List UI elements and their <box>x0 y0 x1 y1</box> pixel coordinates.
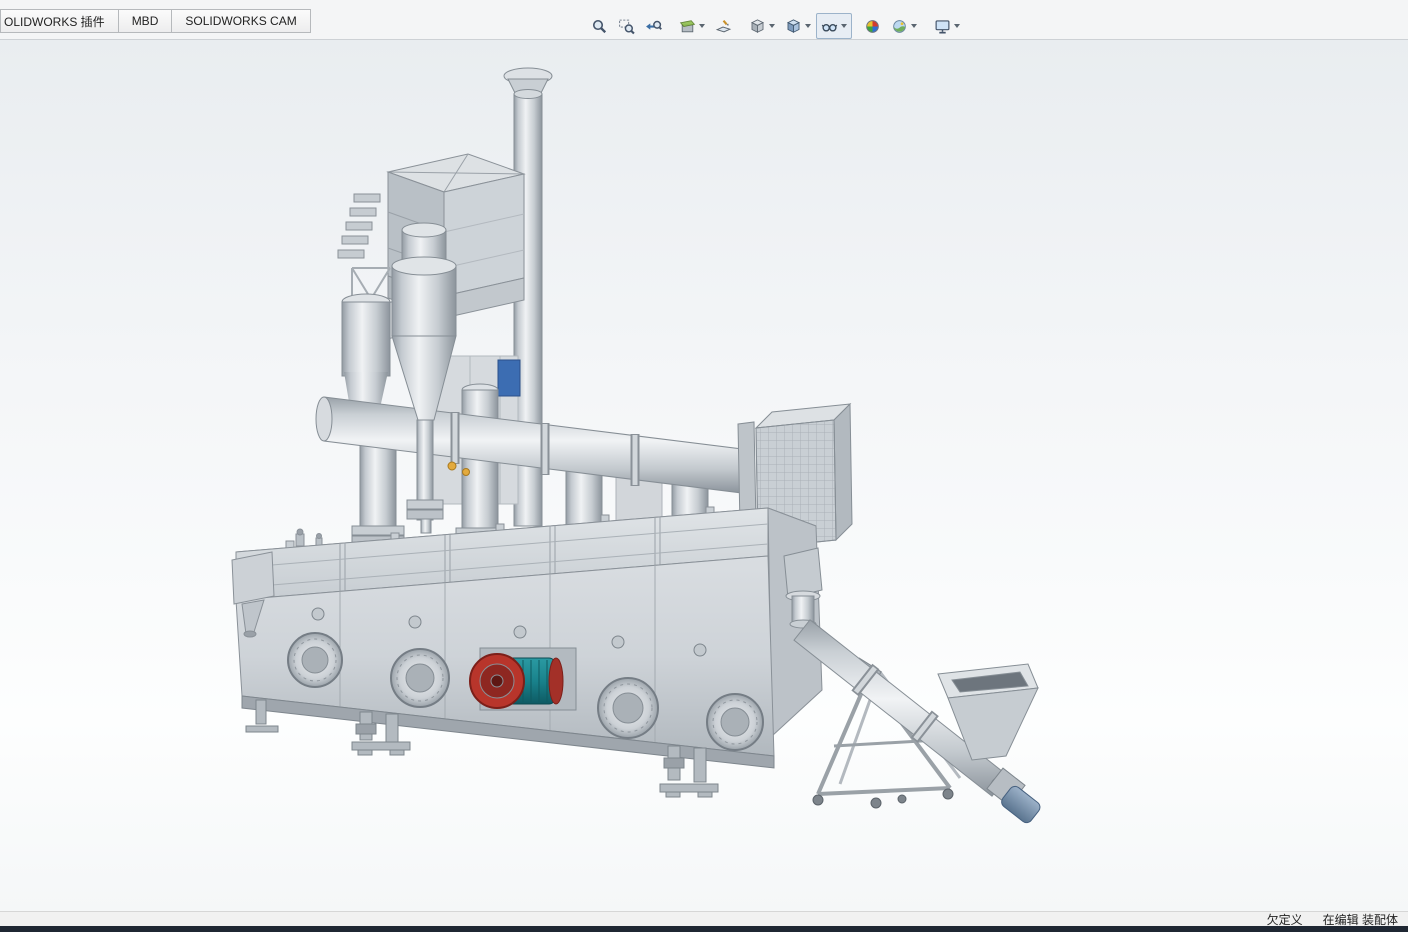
tab-label: SOLIDWORKS CAM <box>185 14 297 28</box>
tab-label: MBD <box>131 14 159 28</box>
screw-conveyor[interactable] <box>793 619 1042 825</box>
command-tabs: OLIDWORKS 插件 MBD SOLIDWORKS CAM <box>0 9 311 33</box>
manhole-door <box>597 677 659 739</box>
zoom-to-fit-button[interactable] <box>586 13 613 39</box>
section-view-icon <box>679 19 696 32</box>
dropdown-caret <box>699 24 705 28</box>
view-orientation-button[interactable] <box>744 13 780 39</box>
section-view-button[interactable] <box>674 13 710 39</box>
hide-show-items-icon <box>821 23 838 32</box>
tab-mbd[interactable]: MBD <box>117 9 173 33</box>
dropdown-caret <box>911 24 917 28</box>
manhole-door <box>287 632 343 688</box>
status-underdefined: 欠定义 <box>1266 912 1303 927</box>
display-style-button[interactable] <box>780 13 816 39</box>
dropdown-caret <box>954 24 960 28</box>
zoom-to-area-button[interactable] <box>613 13 640 39</box>
tab-solidworks-cam[interactable]: SOLIDWORKS CAM <box>171 9 311 33</box>
hide-show-items-button[interactable] <box>816 13 852 39</box>
blue-valve-box <box>497 359 521 397</box>
tab-solidworks-addins[interactable]: OLIDWORKS 插件 <box>0 9 119 33</box>
dropdown-caret <box>841 24 847 28</box>
manhole-door <box>390 648 450 708</box>
annotation-views-button[interactable] <box>710 13 737 39</box>
annotation-views-icon <box>715 19 732 32</box>
display-style-icon <box>787 18 800 33</box>
previous-view-icon <box>646 20 662 30</box>
manhole-door <box>706 693 764 751</box>
heads-up-toolbar <box>586 13 965 39</box>
view-orientation-icon <box>751 18 764 33</box>
window-bottom-edge <box>0 926 1408 932</box>
pulse-valve-nozzles <box>337 193 381 259</box>
command-tab-bar: OLIDWORKS 插件 MBD SOLIDWORKS CAM <box>0 0 1408 40</box>
view-settings-icon <box>935 19 950 34</box>
tab-label: OLIDWORKS 插件 <box>4 14 105 29</box>
view-settings-button[interactable] <box>929 13 965 39</box>
status-editing-assembly: 在编辑 装配体 <box>1322 912 1398 927</box>
zoom-to-area-icon <box>619 19 635 34</box>
assembly-model[interactable] <box>0 40 1408 911</box>
solidworks-window: OLIDWORKS 插件 MBD SOLIDWORKS CAM 欠定义 在编辑 … <box>0 0 1408 932</box>
status-bar: 欠定义 在编辑 装配体 <box>0 911 1408 927</box>
apply-scene-icon <box>893 19 906 33</box>
edit-appearance-icon <box>866 19 879 33</box>
dropdown-caret <box>805 24 811 28</box>
dropdown-caret <box>769 24 775 28</box>
fluid-bed-dryer[interactable] <box>231 506 823 798</box>
edit-appearance-button[interactable] <box>859 13 886 39</box>
apply-scene-button[interactable] <box>886 13 922 39</box>
graphics-viewport[interactable] <box>0 40 1408 911</box>
zoom-to-fit-icon <box>592 19 607 33</box>
vibration-motor[interactable] <box>469 647 577 711</box>
previous-view-button[interactable] <box>640 13 667 39</box>
